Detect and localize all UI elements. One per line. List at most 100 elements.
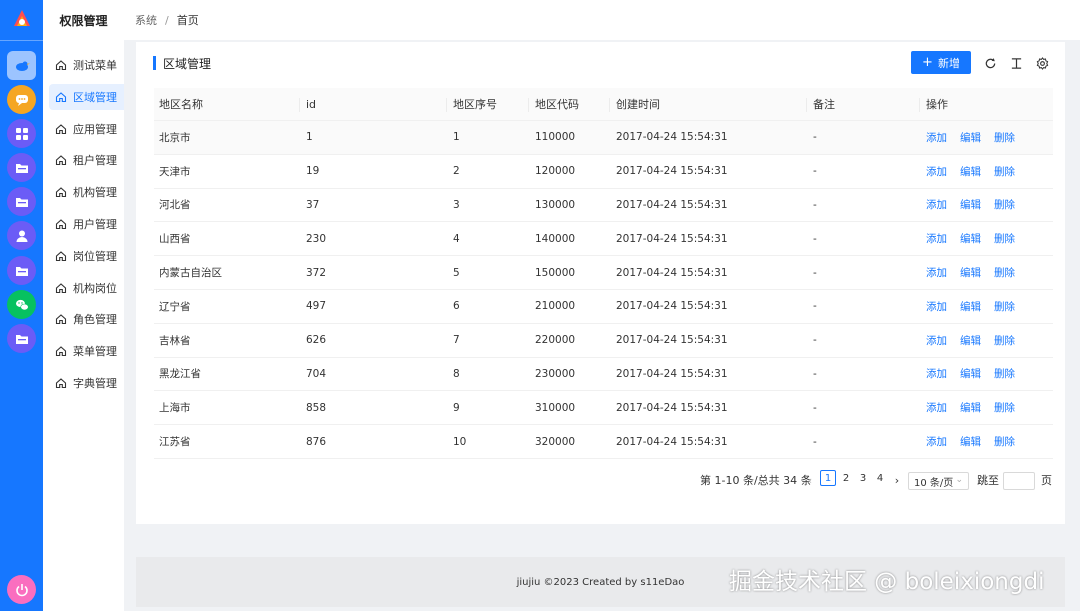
cell-remark: - — [813, 300, 817, 313]
home-icon — [55, 154, 67, 166]
sidebar-item-10[interactable]: 菜单管理 — [49, 338, 124, 364]
chat-app-icon[interactable] — [7, 85, 36, 114]
cell-name: 河北省 — [159, 199, 191, 212]
sidebar-item-9[interactable]: 角色管理 — [49, 306, 124, 332]
column-divider — [919, 98, 920, 112]
delete-link[interactable]: 删除 — [994, 231, 1015, 246]
delete-link[interactable]: 删除 — [994, 400, 1015, 415]
wechat-app-icon[interactable] — [7, 290, 36, 319]
add-link[interactable]: 添加 — [926, 333, 947, 348]
table-row[interactable]: 内蒙古自治区 372 5 150000 2017-04-24 15:54:31 - 添加 编辑… — [154, 256, 1053, 290]
add-link[interactable]: 添加 — [926, 265, 947, 280]
delete-link[interactable]: 删除 — [994, 130, 1015, 145]
folder-app-icon[interactable] — [7, 324, 36, 353]
folder-app-icon[interactable] — [7, 187, 36, 216]
table-row[interactable]: 天津市 19 2 120000 2017-04-24 15:54:31 - 添加 编辑 删除 — [154, 155, 1053, 189]
power-icon[interactable] — [7, 575, 36, 604]
column-height-icon[interactable] — [1009, 56, 1023, 70]
jump-page-input[interactable] — [1003, 472, 1035, 490]
add-link[interactable]: 添加 — [926, 366, 947, 381]
cell-remark: - — [813, 131, 817, 144]
add-button[interactable]: + 新增 — [911, 51, 971, 74]
table-row[interactable]: 黑龙江省 704 8 230000 2017-04-24 15:54:31 - 添加 编辑 删除 — [154, 358, 1053, 392]
sidebar-item-label: 角色管理 — [73, 313, 117, 327]
sidebar-item-11[interactable]: 字典管理 — [49, 370, 124, 396]
edit-link[interactable]: 编辑 — [960, 333, 981, 348]
sidebar-item-5[interactable]: 机构管理 — [49, 179, 124, 205]
edit-link[interactable]: 编辑 — [960, 366, 981, 381]
cell-remark: - — [813, 334, 817, 347]
delete-link[interactable]: 删除 — [994, 197, 1015, 212]
cell-id: 704 — [306, 367, 327, 380]
cell-code: 220000 — [535, 334, 576, 347]
plus-icon: + — [922, 55, 933, 70]
breadcrumb-current: 首页 — [176, 14, 199, 27]
column-divider — [528, 98, 529, 112]
add-link[interactable]: 添加 — [926, 130, 947, 145]
edit-link[interactable]: 编辑 — [960, 231, 981, 246]
add-link[interactable]: 添加 — [926, 400, 947, 415]
delete-link[interactable]: 删除 — [994, 366, 1015, 381]
cell-name: 山西省 — [159, 233, 191, 246]
sidebar-item-8[interactable]: 机构岗位 — [49, 275, 124, 301]
table-row[interactable]: 吉林省 626 7 220000 2017-04-24 15:54:31 - 添加 编辑 删除 — [154, 324, 1053, 358]
table-row[interactable]: 山西省 230 4 140000 2017-04-24 15:54:31 - 添加 编辑 删除 — [154, 222, 1053, 257]
sidebar-item-6[interactable]: 用户管理 — [49, 211, 124, 237]
sidebar-item-2[interactable]: 区域管理 — [49, 83, 124, 110]
delete-link[interactable]: 删除 — [994, 164, 1015, 179]
home-icon — [55, 282, 67, 294]
add-link[interactable]: 添加 — [926, 164, 947, 179]
folder-app-icon[interactable] — [7, 256, 36, 285]
add-link[interactable]: 添加 — [926, 434, 947, 449]
sidebar-item-3[interactable]: 应用管理 — [49, 116, 124, 142]
sidebar-item-4[interactable]: 租户管理 — [49, 147, 124, 173]
delete-link[interactable]: 删除 — [994, 299, 1015, 314]
cell-created: 2017-04-24 15:54:31 — [616, 334, 728, 347]
table-row[interactable]: 辽宁省 497 6 210000 2017-04-24 15:54:31 - 添加 编辑 删除 — [154, 290, 1053, 324]
cell-created: 2017-04-24 15:54:31 — [616, 165, 728, 178]
add-link[interactable]: 添加 — [926, 299, 947, 314]
jump-label: 跳至 — [977, 474, 999, 487]
settings-gear-icon[interactable] — [1035, 56, 1049, 70]
breadcrumb-root[interactable]: 系统 — [135, 12, 157, 28]
bird-app-icon[interactable] — [7, 51, 36, 80]
page-number-2[interactable]: 2 — [838, 470, 854, 486]
table-row[interactable]: 江苏省 876 10 320000 2017-04-24 15:54:31 - 添加 编辑 删除 — [154, 425, 1053, 459]
cell-seq: 3 — [453, 198, 460, 211]
next-page-icon[interactable]: › — [892, 470, 902, 490]
row-actions: 添加 编辑 删除 — [926, 121, 1028, 154]
folder-app-icon[interactable] — [7, 153, 36, 182]
delete-link[interactable]: 删除 — [994, 434, 1015, 449]
edit-link[interactable]: 编辑 — [960, 197, 981, 212]
cell-remark: - — [813, 367, 817, 380]
page-number-3[interactable]: 3 — [855, 470, 871, 486]
grid-app-icon[interactable] — [7, 119, 36, 148]
prev-page-icon[interactable]: ‹ — [805, 470, 815, 490]
row-actions: 添加 编辑 删除 — [926, 391, 1028, 424]
edit-link[interactable]: 编辑 — [960, 265, 981, 280]
table-row[interactable]: 北京市 1 1 110000 2017-04-24 15:54:31 - 添加 编辑 删除 — [154, 121, 1053, 155]
edit-link[interactable]: 编辑 — [960, 130, 981, 145]
logo-icon[interactable] — [10, 8, 34, 32]
page-number-1[interactable]: 1 — [820, 470, 836, 486]
cell-code: 230000 — [535, 367, 576, 380]
table-row[interactable]: 上海市 858 9 310000 2017-04-24 15:54:31 - 添加 编辑 删除 — [154, 391, 1053, 426]
user-app-icon[interactable] — [7, 221, 36, 250]
page-title: 区域管理 — [153, 56, 211, 71]
page-number-4[interactable]: 4 — [872, 470, 888, 486]
delete-link[interactable]: 删除 — [994, 265, 1015, 280]
refresh-icon[interactable] — [983, 56, 997, 70]
delete-link[interactable]: 删除 — [994, 333, 1015, 348]
page-size-select[interactable]: 10 条/页 ⌄ — [908, 472, 969, 490]
add-link[interactable]: 添加 — [926, 231, 947, 246]
sidebar-item-7[interactable]: 岗位管理 — [49, 243, 124, 269]
sidebar-item-1[interactable]: 测试菜单 — [49, 52, 124, 78]
edit-link[interactable]: 编辑 — [960, 164, 981, 179]
add-link[interactable]: 添加 — [926, 197, 947, 212]
edit-link[interactable]: 编辑 — [960, 434, 981, 449]
cell-code: 140000 — [535, 232, 576, 245]
edit-link[interactable]: 编辑 — [960, 400, 981, 415]
table-row[interactable]: 河北省 37 3 130000 2017-04-24 15:54:31 - 添加 编辑 删除 — [154, 189, 1053, 223]
edit-link[interactable]: 编辑 — [960, 299, 981, 314]
footer-text: jiujiu ©2023 Created by s11eDao — [516, 576, 685, 588]
